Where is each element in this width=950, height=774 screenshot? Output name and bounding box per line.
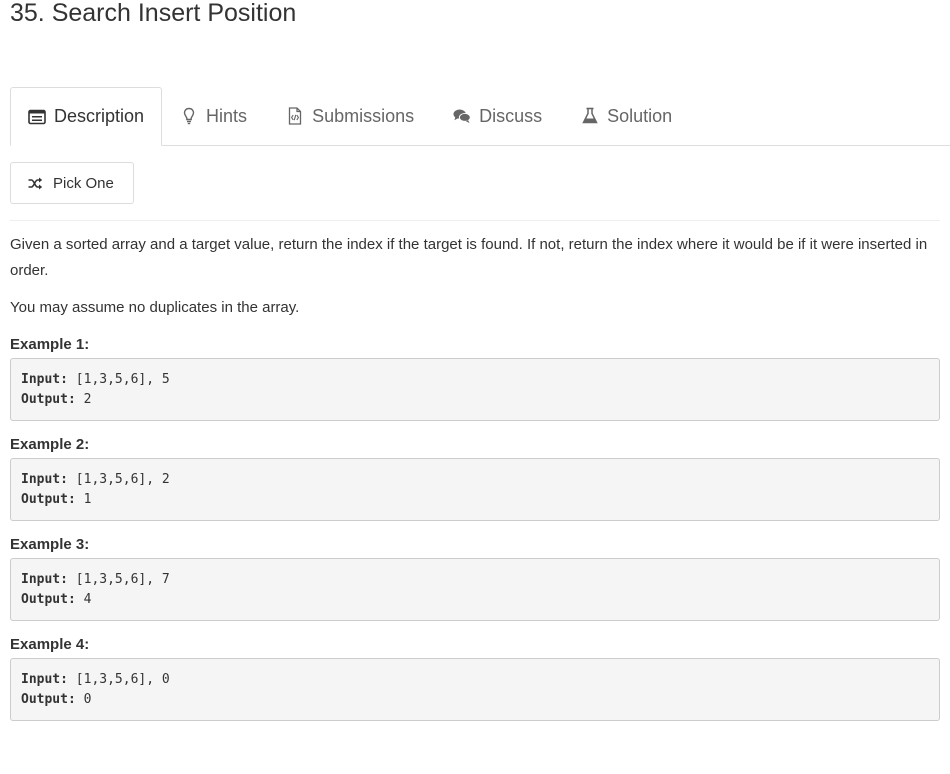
- tab-submissions[interactable]: Submissions: [268, 87, 435, 145]
- problem-page: 35. Search Insert Position Description H…: [0, 0, 950, 774]
- example: Example 2: Input: [1,3,5,6], 2 Output: 1: [10, 432, 940, 521]
- pick-one-button[interactable]: Pick One: [10, 162, 134, 204]
- example-code-block: Input: [1,3,5,6], 0 Output: 0: [10, 658, 940, 721]
- description-paragraph: Given a sorted array and a target value,…: [10, 236, 928, 279]
- example-code-block: Input: [1,3,5,6], 2 Output: 1: [10, 458, 940, 521]
- tab-description[interactable]: Description: [10, 87, 163, 146]
- input-value: [1,3,5,6], 5: [75, 372, 170, 387]
- output-label: Output:: [21, 392, 76, 407]
- page-title: 35. Search Insert Position: [10, 0, 297, 27]
- example: Example 1: Input: [1,3,5,6], 5 Output: 2: [10, 332, 940, 421]
- example-code-block: Input: [1,3,5,6], 5 Output: 2: [10, 358, 940, 421]
- example-label: Example 1:: [10, 336, 90, 353]
- output-value: 1: [83, 492, 92, 507]
- tab-label: Solution: [607, 105, 673, 126]
- input-value: [1,3,5,6], 2: [75, 472, 170, 487]
- example-output-line: Output: 4: [21, 590, 929, 610]
- description-paragraph: You may assume no duplicates in the arra…: [10, 299, 300, 316]
- output-value: 4: [83, 592, 92, 607]
- example-output-line: Output: 0: [21, 690, 929, 710]
- output-label: Output:: [21, 592, 76, 607]
- output-label: Output:: [21, 492, 76, 507]
- tab-label: Description: [54, 106, 145, 126]
- code-file-icon: [286, 107, 304, 125]
- example: Example 4: Input: [1,3,5,6], 0 Output: 0: [10, 632, 940, 721]
- example-label: Example 2:: [10, 436, 90, 453]
- example-label: Example 3:: [10, 536, 90, 553]
- output-label: Output:: [21, 692, 76, 707]
- example-input-line: Input: [1,3,5,6], 0: [21, 670, 929, 690]
- input-value: [1,3,5,6], 0: [75, 672, 170, 687]
- tab-bar: Description Hints Submissions Discuss So…: [10, 87, 950, 146]
- tab-label: Hints: [206, 105, 248, 126]
- example-output-line: Output: 1: [21, 490, 929, 510]
- description-icon: [28, 108, 46, 126]
- tab-hints[interactable]: Hints: [162, 87, 268, 145]
- input-label: Input:: [21, 572, 68, 587]
- flask-icon: [581, 107, 599, 125]
- example-label: Example 4:: [10, 636, 90, 653]
- tab-solution[interactable]: Solution: [563, 87, 693, 145]
- input-value: [1,3,5,6], 7: [75, 572, 170, 587]
- tab-label: Discuss: [479, 105, 543, 126]
- input-label: Input:: [21, 472, 68, 487]
- input-label: Input:: [21, 672, 68, 687]
- example-input-line: Input: [1,3,5,6], 5: [21, 370, 929, 390]
- tab-label: Submissions: [312, 105, 415, 126]
- example-code-block: Input: [1,3,5,6], 7 Output: 4: [10, 558, 940, 621]
- problem-description: Given a sorted array and a target value,…: [10, 232, 940, 732]
- input-label: Input:: [21, 372, 68, 387]
- example-input-line: Input: [1,3,5,6], 2: [21, 470, 929, 490]
- content-divider: [10, 220, 940, 221]
- chat-bubbles-icon: [453, 107, 471, 125]
- example-output-line: Output: 2: [21, 390, 929, 410]
- example-input-line: Input: [1,3,5,6], 7: [21, 570, 929, 590]
- output-value: 2: [83, 392, 92, 407]
- tab-discuss[interactable]: Discuss: [435, 87, 563, 145]
- lightbulb-icon: [180, 107, 198, 125]
- shuffle-icon: [28, 177, 43, 190]
- example: Example 3: Input: [1,3,5,6], 7 Output: 4: [10, 532, 940, 621]
- pick-one-label: Pick One: [53, 174, 114, 192]
- output-value: 0: [83, 692, 92, 707]
